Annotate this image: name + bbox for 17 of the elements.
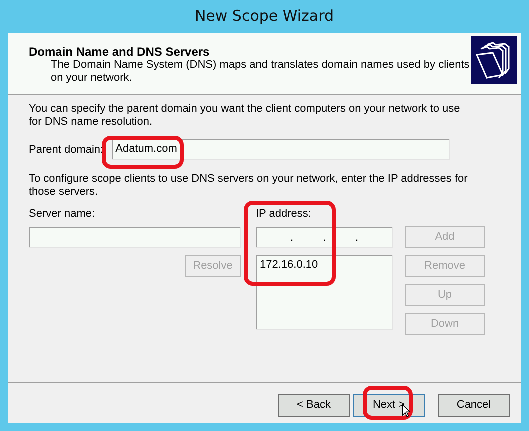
- parent-domain-label: Parent domain:: [29, 142, 104, 156]
- parent-domain-field[interactable]: Adatum.com: [112, 139, 450, 160]
- page-title: Domain Name and DNS Servers: [29, 45, 211, 59]
- page-description: The Domain Name System (DNS) maps and translates domain names used by clients on your network.: [51, 59, 471, 85]
- ip-address-label: IP address:: [256, 207, 312, 221]
- dns-instructions: To configure scope clients to use DNS servers on your network, enter the IP addresses for those servers.: [29, 173, 469, 199]
- wizard-button[interactable]: Cancel: [438, 394, 510, 416]
- highlight-outline: [363, 386, 413, 420]
- ip-address-field[interactable]: . . .: [256, 227, 393, 248]
- server-name-label: Server name:: [29, 207, 96, 221]
- ip-address-list[interactable]: 172.16.0.10: [256, 255, 393, 330]
- window-title: New Scope Wizard: [194, 6, 336, 27]
- folders-icon: [471, 36, 517, 84]
- server-name-field[interactable]: [29, 227, 241, 248]
- ip-list-item[interactable]: 172.16.0.10: [260, 258, 389, 272]
- intro-text: You can specify the parent domain you want the client computers on your network to use for DNS name resolution.: [29, 103, 462, 129]
- wizard-button[interactable]: < Back: [278, 394, 350, 416]
